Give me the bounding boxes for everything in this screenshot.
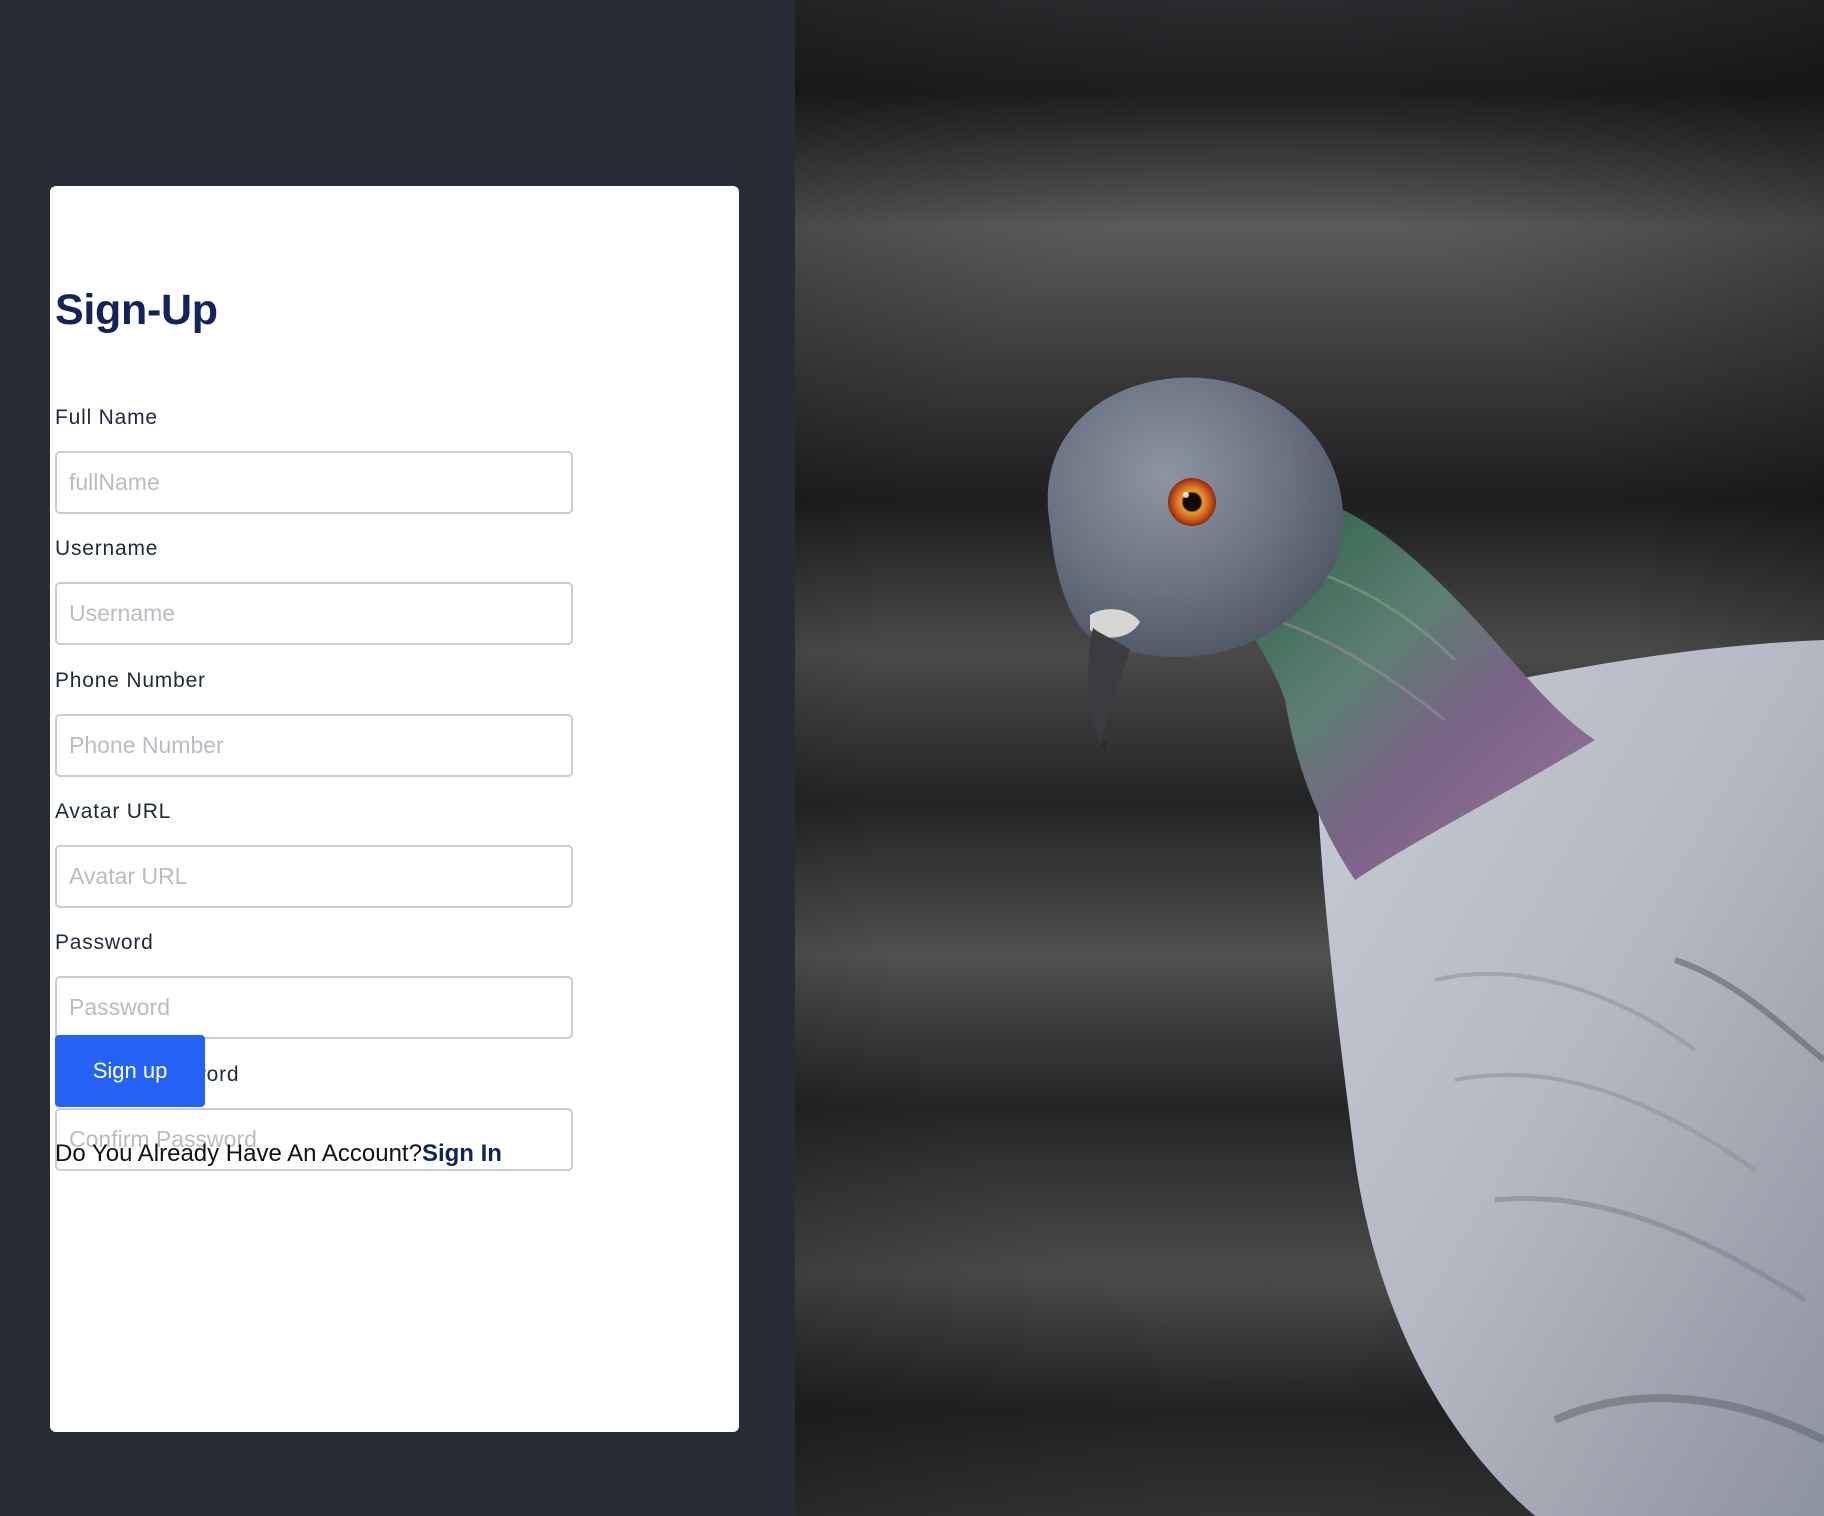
left-panel: Sign-Up Full Name Username Phone Number … — [0, 0, 795, 1516]
phone-number-input[interactable] — [55, 714, 573, 777]
full-name-group: Full Name — [55, 405, 573, 514]
password-group: Password — [55, 930, 573, 1039]
password-input[interactable] — [55, 976, 573, 1039]
username-label: Username — [55, 537, 159, 560]
username-group: Username — [55, 536, 573, 645]
full-name-label: Full Name — [55, 406, 158, 429]
signin-prompt: Do You Already Have An Account?Sign In — [55, 1139, 502, 1169]
signin-link[interactable]: Sign In — [422, 1140, 502, 1167]
username-input[interactable] — [55, 582, 573, 645]
signin-prompt-text: Do You Already Have An Account? — [55, 1140, 422, 1167]
avatar-url-label: Avatar URL — [55, 800, 172, 823]
avatar-url-group: Avatar URL — [55, 799, 573, 908]
avatar-url-input[interactable] — [55, 845, 573, 908]
password-label: Password — [55, 931, 154, 954]
signup-button[interactable]: Sign up — [55, 1035, 205, 1107]
pigeon-photo — [795, 0, 1824, 1516]
phone-number-group: Phone Number — [55, 668, 573, 777]
page-title: Sign-Up — [55, 286, 218, 334]
phone-number-label: Phone Number — [55, 669, 206, 692]
full-name-input[interactable] — [55, 451, 573, 514]
